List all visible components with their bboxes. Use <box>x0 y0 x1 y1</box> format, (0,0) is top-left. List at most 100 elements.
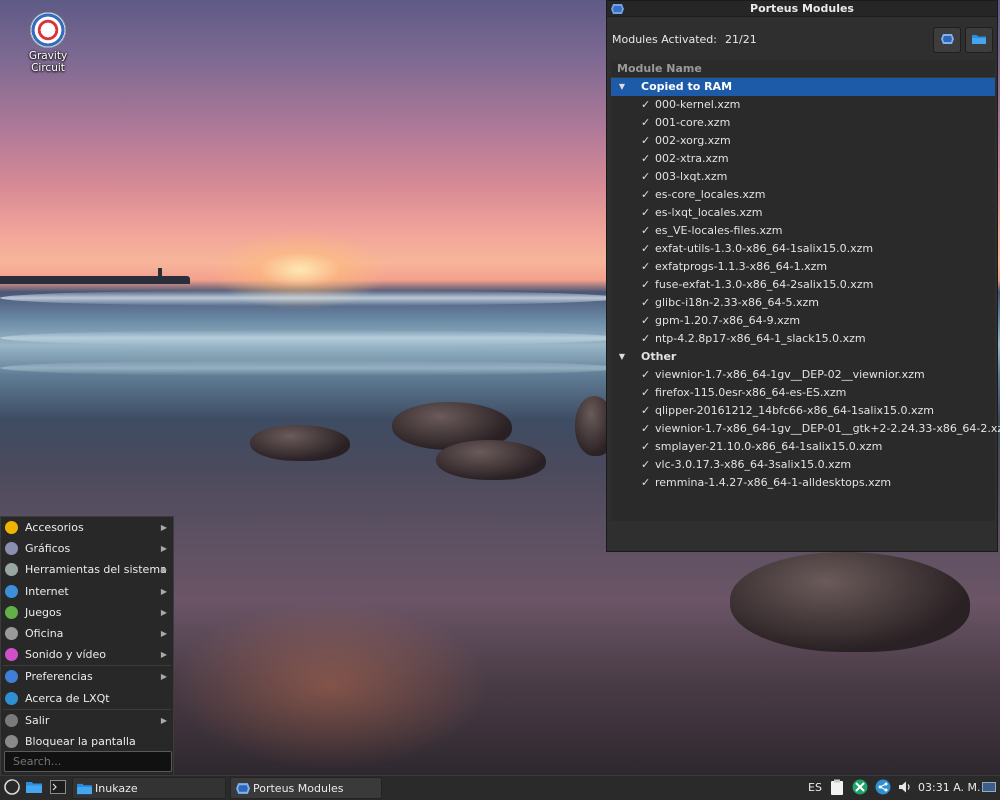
checkmark-icon[interactable]: ✓ <box>641 96 650 114</box>
wallpaper-wave <box>0 360 620 376</box>
checkmark-icon[interactable]: ✓ <box>641 438 650 456</box>
volume-tray-button[interactable] <box>897 779 915 797</box>
tree-group-row[interactable]: ▼ Copied to RAM <box>611 78 995 96</box>
task-button-porteus-modules[interactable]: Porteus Modules <box>230 777 382 799</box>
module-row[interactable]: ✓ es-lxqt_locales.xzm <box>611 204 995 222</box>
menu-item[interactable]: Bloquear la pantalla <box>1 731 173 752</box>
gravity-circuit-icon <box>30 12 66 48</box>
tree-group-row[interactable]: ▼ Other <box>611 348 995 366</box>
checkmark-icon[interactable]: ✓ <box>641 204 650 222</box>
open-folder-button[interactable] <box>965 27 993 53</box>
checkmark-icon[interactable]: ✓ <box>641 330 650 348</box>
update-icon <box>852 779 868 798</box>
checkmark-icon[interactable]: ✓ <box>641 186 650 204</box>
window-titlebar[interactable]: Porteus Modules <box>607 1 997 17</box>
start-menu-button[interactable] <box>3 778 21 797</box>
module-row[interactable]: ✓ exfat-utils-1.3.0-x86_64-1salix15.0.xzm <box>611 240 995 258</box>
menu-item[interactable]: Accesorios ▶ <box>1 517 173 538</box>
checkmark-icon[interactable]: ✓ <box>641 294 650 312</box>
module-row[interactable]: ✓ 002-xorg.xzm <box>611 132 995 150</box>
module-name: fuse-exfat-1.3.0-x86_64-2salix15.0.xzm <box>655 278 874 291</box>
module-tree[interactable]: Module Name ▼ Copied to RAM ✓ 000-kernel.xz… <box>611 60 1000 521</box>
module-row[interactable]: ✓ fuse-exfat-1.3.0-x86_64-2salix15.0.xzm <box>611 276 995 294</box>
menu-item[interactable]: Preferencias ▶ <box>1 666 173 687</box>
module-row[interactable]: ✓ viewnior-1.7-x86_64-1gv__DEP-02__viewni… <box>611 366 995 384</box>
show-files-button[interactable] <box>25 779 43 797</box>
checkmark-icon[interactable]: ✓ <box>641 402 650 420</box>
module-row[interactable]: ✓ qlipper-20161212_14bfc66-x86_64-1salix1… <box>611 402 995 420</box>
checkmark-icon[interactable]: ✓ <box>641 240 650 258</box>
checkmark-icon[interactable]: ✓ <box>641 168 650 186</box>
module-row[interactable]: ✓ 002-xtra.xzm <box>611 150 995 168</box>
network-share-tray-button[interactable] <box>874 779 892 797</box>
module-name: glibc-i18n-2.33-x86_64-5.xzm <box>655 296 820 309</box>
module-row[interactable]: ✓ 001-core.xzm <box>611 114 995 132</box>
module-name: 001-core.xzm <box>655 116 731 129</box>
wallpaper-pier-post <box>158 268 162 278</box>
menu-item[interactable]: Salir ▶ <box>1 710 173 731</box>
checkmark-icon[interactable]: ✓ <box>641 456 650 474</box>
module-name: vlc-3.0.17.3-x86_64-3salix15.0.xzm <box>655 458 852 471</box>
submenu-arrow-icon: ▶ <box>160 628 167 638</box>
clipboard-tray-button[interactable] <box>828 779 846 797</box>
module-row[interactable]: ✓ gpm-1.20.7-x86_64-9.xzm <box>611 312 995 330</box>
menu-item[interactable]: Oficina ▶ <box>1 623 173 644</box>
checkmark-icon[interactable]: ✓ <box>641 132 650 150</box>
desktop-icon-gravity-circuit[interactable]: Gravity Circuit <box>20 12 76 74</box>
checkmark-icon[interactable]: ✓ <box>641 114 650 132</box>
lxqt-icon <box>5 691 18 705</box>
submenu-arrow-icon: ▶ <box>160 586 167 596</box>
checkmark-icon[interactable]: ✓ <box>641 150 650 168</box>
tree-group-label: Copied to RAM <box>641 80 733 93</box>
module-row[interactable]: ✓ firefox-115.0esr-x86_64-es-ES.xzm <box>611 384 995 402</box>
checkmark-icon[interactable]: ✓ <box>641 366 650 384</box>
expand-arrow-icon[interactable]: ▼ <box>617 348 627 366</box>
column-header-module-name[interactable]: Module Name <box>611 60 995 78</box>
submenu-arrow-icon: ▶ <box>160 523 167 532</box>
application-menu[interactable]: Accesorios ▶ Gráficos ▶ Herramientas del sis… <box>0 516 174 776</box>
update-tray-button[interactable] <box>851 779 869 797</box>
menu-item-label: Internet <box>25 584 69 598</box>
wallpaper-wave <box>0 330 620 346</box>
module-row[interactable]: ✓ vlc-3.0.17.3-x86_64-3salix15.0.xzm <box>611 456 995 474</box>
module-row[interactable]: ✓ viewnior-1.7-x86_64-1gv__DEP-01__gtk+2-… <box>611 420 1000 438</box>
module-row[interactable]: ✓ 000-kernel.xzm <box>611 96 995 114</box>
module-name: gpm-1.20.7-x86_64-9.xzm <box>655 314 801 327</box>
checkmark-icon[interactable]: ✓ <box>641 258 650 276</box>
module-row[interactable]: ✓ 003-lxqt.xzm <box>611 168 995 186</box>
module-row[interactable]: ✓ es-core_locales.xzm <box>611 186 995 204</box>
menu-item[interactable]: Herramientas del sistema ▶ <box>1 559 173 580</box>
task-button-inukaze[interactable]: Inukaze <box>72 777 226 799</box>
porteus-modules-window[interactable]: Porteus Modules Modules Activated: 21/21 … <box>606 0 1000 552</box>
checkmark-icon[interactable]: ✓ <box>641 420 650 438</box>
menu-search-input[interactable] <box>4 751 172 772</box>
module-row[interactable]: ✓ glibc-i18n-2.33-x86_64-5.xzm <box>611 294 995 312</box>
clock[interactable]: 03:31 A. M. <box>918 781 981 794</box>
activate-module-button[interactable] <box>933 27 961 53</box>
menu-item[interactable]: Sonido y vídeo ▶ <box>1 644 173 665</box>
desktop-icon-label: Gravity Circuit <box>28 50 68 74</box>
menu-item[interactable]: Acerca de LXQt <box>1 688 173 709</box>
window-header: Modules Activated: 21/21 <box>607 17 997 57</box>
checkmark-icon[interactable]: ✓ <box>641 474 650 492</box>
checkmark-icon[interactable]: ✓ <box>641 384 650 402</box>
module-row[interactable]: ✓ exfatprogs-1.1.3-x86_64-1.xzm <box>611 258 995 276</box>
show-desktop-button[interactable] <box>980 779 998 797</box>
menu-item[interactable]: Internet ▶ <box>1 581 173 602</box>
module-row[interactable]: ✓ ntp-4.2.8p17-x86_64-1_slack15.0.xzm <box>611 330 995 348</box>
checkmark-icon[interactable]: ✓ <box>641 222 650 240</box>
show-terminal-button[interactable] <box>49 779 67 797</box>
checkmark-icon[interactable]: ✓ <box>641 276 650 294</box>
module-name: 000-kernel.xzm <box>655 98 741 111</box>
module-row[interactable]: ✓ es_VE-locales-files.xzm <box>611 222 995 240</box>
module-row[interactable]: ✓ remmina-1.4.27-x86_64-1-alldesktops.xzm <box>611 474 995 492</box>
expand-arrow-icon[interactable]: ▼ <box>617 78 627 96</box>
module-name: smplayer-21.10.0-x86_64-1salix15.0.xzm <box>655 440 883 453</box>
clipboard-icon <box>830 779 844 798</box>
checkmark-icon[interactable]: ✓ <box>641 312 650 330</box>
module-row[interactable]: ✓ smplayer-21.10.0-x86_64-1salix15.0.xzm <box>611 438 995 456</box>
menu-item[interactable]: Juegos ▶ <box>1 602 173 623</box>
folder-icon <box>77 781 92 800</box>
menu-item[interactable]: Gráficos ▶ <box>1 538 173 559</box>
keyboard-layout-indicator[interactable]: ES <box>808 781 822 794</box>
